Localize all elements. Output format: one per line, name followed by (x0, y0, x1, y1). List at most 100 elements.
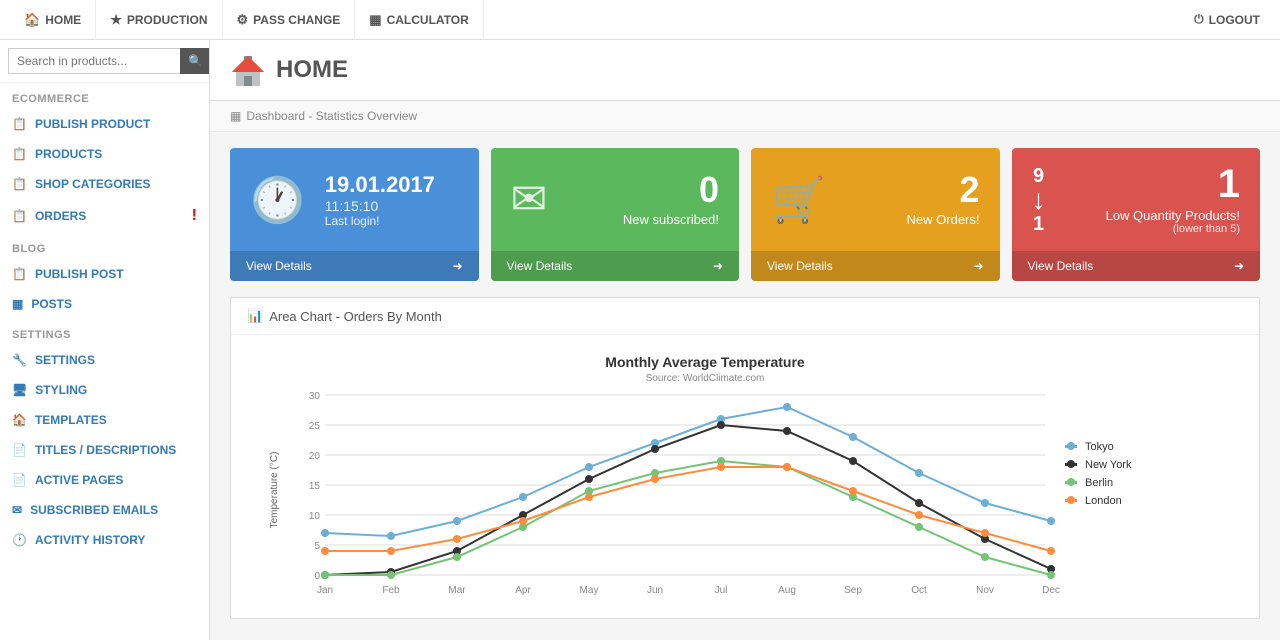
card-last-login: 🕐 19.01.2017 11:15:10 Last login! View D… (230, 148, 479, 281)
svg-text:25: 25 (309, 421, 321, 432)
sidebar-item-publish-product[interactable]: 📋 PUBLISH PRODUCT (0, 109, 209, 139)
publish-post-icon: 📋 (12, 267, 27, 281)
arrow-right-icon4: ➜ (1234, 259, 1244, 273)
styling-icon: 🖥 (12, 383, 27, 397)
sidebar-item-activity-history[interactable]: 🕐 ACTIVITY HISTORY (0, 525, 209, 555)
svg-text:Tokyo: Tokyo (1085, 441, 1114, 453)
section-settings: SETTINGS (0, 319, 209, 345)
svg-text:Nov: Nov (976, 585, 994, 596)
page-header: HOME (210, 40, 1280, 101)
home-icon: 🏠 (24, 12, 40, 28)
red-info: 1 Low Quantity Products! (lower than 5) (1106, 164, 1240, 235)
search-button[interactable]: 🔍 (180, 48, 210, 74)
nav-production[interactable]: ★ PRODUCTION (96, 0, 222, 40)
section-ecommerce: ECOMMERCE (0, 83, 209, 109)
svg-text:10: 10 (309, 511, 321, 522)
area-chart: Monthly Average Temperature Source: Worl… (241, 345, 1249, 605)
main-content: HOME ▦ Dashboard - Statistics Overview 🕐… (210, 40, 1280, 640)
sidebar-item-publish-post[interactable]: 📋 PUBLISH POST (0, 259, 209, 289)
svg-text:30: 30 (309, 391, 321, 402)
page-title: HOME (276, 56, 348, 84)
card-green-footer[interactable]: View Details ➜ (491, 251, 740, 281)
arrow-right-icon2: ➜ (713, 259, 723, 273)
titles-icon: 📄 (12, 443, 27, 457)
card-blue-body: 🕐 19.01.2017 11:15:10 Last login! (230, 148, 479, 251)
sidebar-item-styling[interactable]: 🖥 STYLING (0, 375, 209, 405)
envelope-icon: ✉ (511, 174, 548, 225)
publish-product-icon: 📋 (12, 117, 27, 131)
chart-header: 📊 Area Chart - Orders By Month (231, 298, 1259, 335)
card-low-quantity: 9 ↓ 1 1 Low Quantity Products! (lower th… (1012, 148, 1261, 281)
sidebar-item-posts[interactable]: ▦ POSTS (0, 289, 209, 319)
green-info: 0 New subscribed! (623, 172, 719, 227)
svg-text:Jul: Jul (715, 585, 728, 596)
search-input[interactable] (8, 48, 180, 74)
svg-text:Dec: Dec (1042, 585, 1060, 596)
svg-text:5: 5 (314, 541, 320, 552)
shop-categories-icon: 📋 (12, 177, 27, 191)
sidebar: 🔍 ECOMMERCE 📋 PUBLISH PRODUCT 📋 PRODUCTS… (0, 40, 210, 640)
sidebar-item-shop-categories[interactable]: 📋 SHOP CATEGORIES (0, 169, 209, 199)
search-box: 🔍 (0, 40, 209, 83)
arrow-right-icon: ➜ (452, 259, 462, 273)
sidebar-item-settings[interactable]: 🔧 SETTINGS (0, 345, 209, 375)
svg-text:May: May (580, 585, 599, 596)
posts-icon: ▦ (12, 297, 23, 311)
card-green-body: ✉ 0 New subscribed! (491, 148, 740, 251)
nav-home[interactable]: 🏠 HOME (10, 0, 96, 40)
active-pages-icon: 📄 (12, 473, 27, 487)
svg-text:Apr: Apr (515, 585, 531, 596)
settings-icon: 🔧 (12, 353, 27, 367)
card-red-footer[interactable]: View Details ➜ (1012, 251, 1261, 281)
nav-right: ⏻ LOGOUT (1184, 12, 1270, 27)
nav-left: 🏠 HOME ★ PRODUCTION ⚙ PASS CHANGE ▦ CALC… (10, 0, 1184, 40)
chart-bar-icon: 📊 (247, 308, 263, 324)
chart-section: 📊 Area Chart - Orders By Month Monthly A… (230, 297, 1260, 619)
wrench-icon: ⚙ (237, 12, 249, 28)
cart-icon: 🛒 (771, 174, 826, 226)
calc-icon: ▦ (369, 12, 381, 28)
clock-icon: 🕐 (250, 174, 305, 226)
svg-text:London: London (1085, 495, 1122, 507)
emails-icon: ✉ (12, 503, 22, 517)
logout-button[interactable]: ⏻ LOGOUT (1184, 12, 1270, 27)
svg-text:0: 0 (314, 571, 320, 582)
svg-text:Sep: Sep (844, 585, 862, 596)
card-blue-footer[interactable]: View Details ➜ (230, 251, 479, 281)
page-home-icon (230, 52, 266, 88)
section-blog: BLOG (0, 233, 209, 259)
breadcrumb: ▦ Dashboard - Statistics Overview (210, 101, 1280, 132)
card-orange-footer[interactable]: View Details ➜ (751, 251, 1000, 281)
sidebar-item-subscribed-emails[interactable]: ✉ SUBSCRIBED EMAILS (0, 495, 209, 525)
logout-icon: ⏻ (1194, 12, 1204, 27)
svg-text:Aug: Aug (778, 585, 796, 596)
down-arrow-nums: 9 ↓ 1 (1032, 166, 1046, 234)
nav-calculator[interactable]: ▦ CALCULATOR (355, 0, 484, 40)
svg-text:Source: WorldClimate.com: Source: WorldClimate.com (646, 373, 765, 384)
svg-text:Jan: Jan (317, 585, 333, 596)
svg-text:Jun: Jun (647, 585, 663, 596)
svg-text:20: 20 (309, 451, 321, 462)
svg-text:15: 15 (309, 481, 321, 492)
sidebar-item-orders[interactable]: 📋 ORDERS ! (0, 199, 209, 233)
history-icon: 🕐 (12, 533, 27, 547)
card-subscribed: ✉ 0 New subscribed! View Details ➜ (491, 148, 740, 281)
sidebar-item-templates[interactable]: 🏠 TEMPLATES (0, 405, 209, 435)
blue-text: 19.01.2017 11:15:10 Last login! (325, 172, 435, 228)
orders-badge: ! (192, 207, 197, 225)
chart-body: Monthly Average Temperature Source: Worl… (231, 335, 1259, 618)
svg-text:Monthly Average Temperature: Monthly Average Temperature (605, 354, 805, 370)
sidebar-item-active-pages[interactable]: 📄 ACTIVE PAGES (0, 465, 209, 495)
nav-pass-change[interactable]: ⚙ PASS CHANGE (223, 0, 356, 40)
templates-icon: 🏠 (12, 413, 27, 427)
svg-text:Feb: Feb (382, 585, 400, 596)
card-orange-body: 🛒 2 New Orders! (751, 148, 1000, 251)
sidebar-item-titles-descriptions[interactable]: 📄 TITLES / DESCRIPTIONS (0, 435, 209, 465)
orders-icon: 📋 (12, 209, 27, 223)
svg-text:New York: New York (1085, 459, 1132, 471)
svg-text:Temperature (°C): Temperature (°C) (269, 452, 280, 529)
sidebar-item-products[interactable]: 📋 PRODUCTS (0, 139, 209, 169)
card-red-body: 9 ↓ 1 1 Low Quantity Products! (lower th… (1012, 148, 1261, 251)
down-arrow-icon: ↓ (1032, 186, 1046, 214)
orange-info: 2 New Orders! (907, 172, 980, 227)
